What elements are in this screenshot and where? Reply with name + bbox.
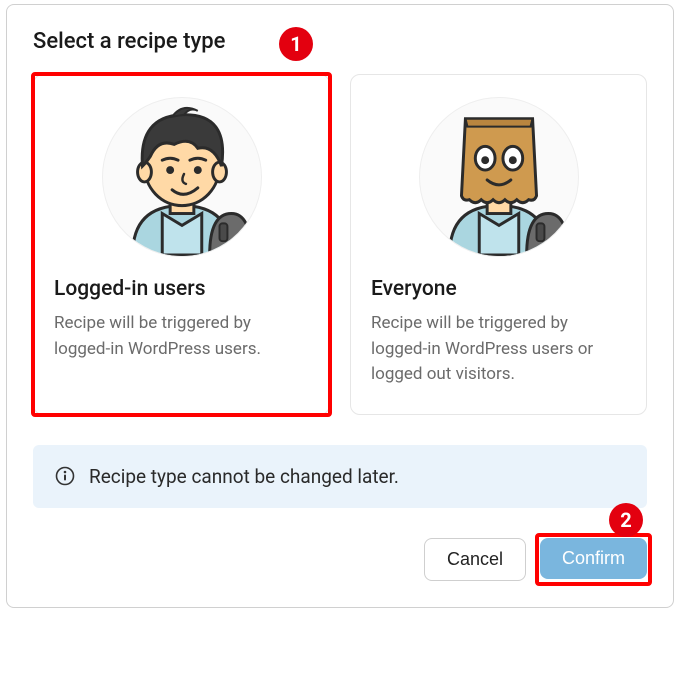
- dialog-actions: Cancel Confirm: [33, 538, 647, 581]
- cancel-button[interactable]: Cancel: [424, 538, 526, 581]
- recipe-type-cards: Logged-in users Recipe will be triggered…: [33, 74, 647, 415]
- notice-banner: Recipe type cannot be changed later.: [33, 445, 647, 508]
- dialog-title: Select a recipe type: [33, 29, 647, 54]
- card-title: Logged-in users: [54, 277, 309, 301]
- notice-text: Recipe type cannot be changed later.: [89, 465, 399, 488]
- select-recipe-type-dialog: 1 2 Select a recipe type: [6, 4, 674, 608]
- everyone-avatar: [419, 97, 579, 257]
- annotation-marker-2: 2: [609, 503, 643, 537]
- recipe-type-card-logged-in[interactable]: Logged-in users Recipe will be triggered…: [33, 74, 330, 415]
- card-title: Everyone: [371, 277, 626, 301]
- logged-in-user-avatar: [102, 97, 262, 257]
- card-description: Recipe will be triggered by logged-in Wo…: [54, 311, 309, 362]
- card-description: Recipe will be triggered by logged-in Wo…: [371, 311, 626, 388]
- info-icon: [55, 466, 75, 486]
- recipe-type-card-everyone[interactable]: Everyone Recipe will be triggered by log…: [350, 74, 647, 415]
- confirm-button[interactable]: Confirm: [540, 538, 647, 579]
